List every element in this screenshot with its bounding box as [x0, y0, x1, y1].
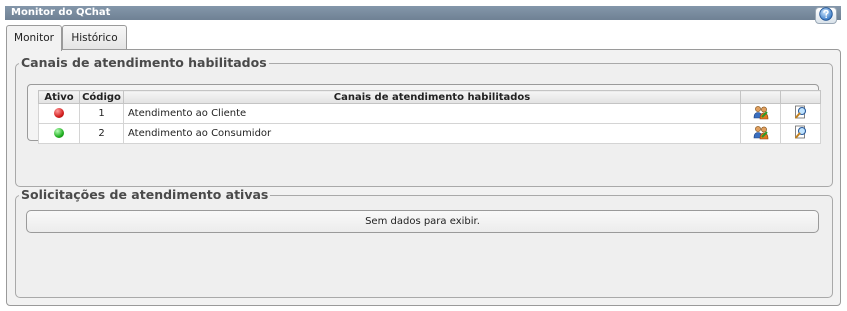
code-cell: 1	[79, 103, 124, 124]
channels-legend: Canais de atendimento habilitados	[21, 55, 267, 70]
channels-table: Ativo Código Canais de atendimento habil…	[38, 90, 821, 144]
action2-cell	[780, 123, 821, 144]
tab-historico[interactable]: Histórico	[62, 25, 127, 50]
channels-grid-frame: Ativo Código Canais de atendimento habil…	[27, 84, 821, 144]
status-cell	[38, 123, 80, 144]
magnifier-icon[interactable]	[793, 105, 809, 123]
table-row[interactable]: 1 Atendimento ao Cliente	[38, 103, 821, 124]
col-ativo[interactable]: Ativo	[38, 90, 80, 104]
channel-name-cell: Atendimento ao Consumidor	[123, 123, 741, 144]
users-icon[interactable]	[753, 105, 769, 123]
tab-label: Histórico	[71, 32, 118, 44]
help-button[interactable]	[815, 7, 837, 24]
status-red-icon	[54, 108, 64, 118]
status-cell	[38, 103, 80, 124]
monitor-panel: Canais de atendimento habilitados Ativo …	[6, 49, 841, 306]
channels-group: Canais de atendimento habilitados Ativo …	[15, 56, 833, 187]
action1-cell	[740, 123, 781, 144]
requests-legend: Solicitações de atendimento ativas	[21, 187, 269, 202]
window-titlebar: Monitor do QChat	[5, 6, 841, 20]
empty-message-box: Sem dados para exibir.	[26, 210, 819, 233]
help-globe-icon	[819, 7, 833, 24]
col-codigo[interactable]: Código	[79, 90, 124, 104]
tab-label: Monitor	[14, 32, 54, 44]
col-action1	[740, 90, 781, 104]
code-cell: 2	[79, 123, 124, 144]
col-canais[interactable]: Canais de atendimento habilitados	[123, 90, 741, 104]
table-row[interactable]: 2 Atendimento ao Consumidor	[38, 123, 821, 144]
action2-cell	[780, 103, 821, 124]
window-title: Monitor do QChat	[11, 7, 111, 18]
action1-cell	[740, 103, 781, 124]
empty-message: Sem dados para exibir.	[365, 216, 480, 227]
col-action2	[780, 90, 821, 104]
magnifier-icon[interactable]	[793, 125, 809, 143]
requests-group: Solicitações de atendimento ativas Sem d…	[15, 188, 833, 298]
channel-name-cell: Atendimento ao Cliente	[123, 103, 741, 124]
tab-monitor[interactable]: Monitor	[6, 25, 62, 51]
status-green-icon	[54, 128, 64, 138]
table-header-row: Ativo Código Canais de atendimento habil…	[38, 90, 821, 104]
users-icon[interactable]	[753, 125, 769, 143]
